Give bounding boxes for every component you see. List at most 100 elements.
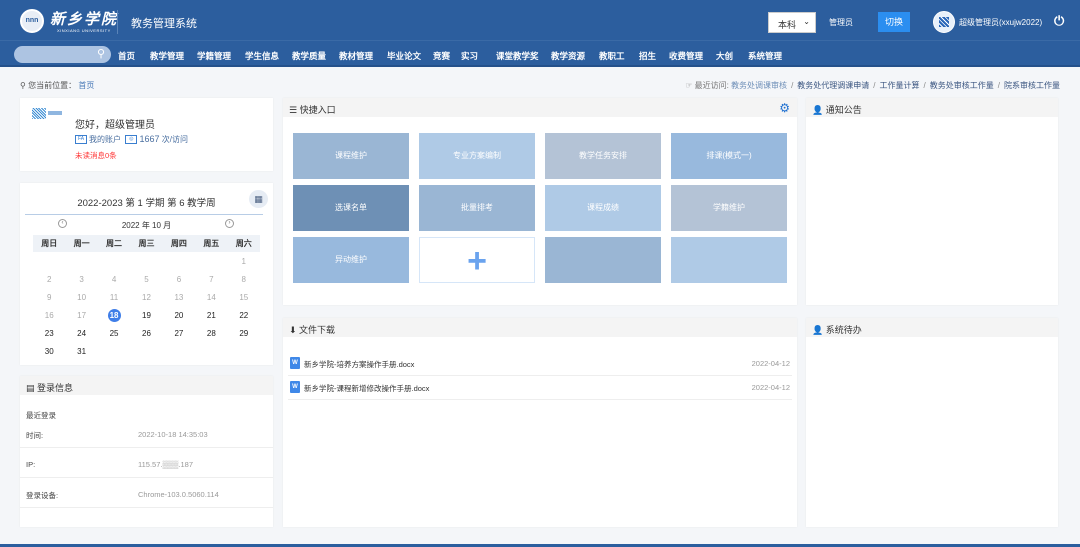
calendar-icon[interactable]: ▦ [249, 190, 268, 208]
separator: / [923, 81, 926, 90]
nav-item[interactable]: 教学质量 [292, 50, 326, 62]
nav-item[interactable]: 课堂教学奖 [496, 50, 539, 62]
shortcut-tile[interactable]: 选课名单 [293, 185, 409, 231]
search-icon[interactable]: ⚲ [97, 47, 105, 60]
shortcut-tile[interactable]: 学籍维护 [671, 185, 787, 231]
nav-item[interactable]: 招生 [639, 50, 656, 62]
recent-login-label: 最近登录 [26, 411, 56, 420]
calendar-day[interactable]: 29 [228, 327, 260, 345]
calendar-day[interactable]: 22 [228, 309, 260, 327]
nav-item[interactable]: 教材管理 [339, 50, 373, 62]
shortcut-tile[interactable]: 异动维护 [293, 237, 409, 283]
calendar-day[interactable]: 10 [65, 291, 97, 309]
calendar-day[interactable]: 18 [98, 309, 130, 327]
calendar-day[interactable]: 5 [130, 273, 162, 291]
switch-button[interactable]: 切换 [878, 12, 910, 32]
calendar-day[interactable]: 19 [130, 309, 162, 327]
shortcut-tile[interactable]: 课程维护 [293, 133, 409, 179]
file-download-title: 文件下载 [299, 325, 336, 335]
calendar-day[interactable]: 4 [98, 273, 130, 291]
quick-entry-card: ☰ 快捷入口 ⚙ 课程维护 专业方案编制 教学任务安排 排课(模式一) 选课名单 批量排考课… [283, 98, 797, 305]
calendar-day[interactable]: 12 [130, 291, 162, 309]
nav-item[interactable]: 实习 [461, 50, 478, 62]
nav-item[interactable]: 大创 [716, 50, 733, 62]
nav-item[interactable]: 教职工 [599, 50, 625, 62]
search-input[interactable]: ⚲ [14, 46, 111, 63]
shortcut-tile[interactable]: 专业方案编制 [419, 133, 535, 179]
download-icon: ⬇ [289, 325, 300, 335]
recent-link[interactable]: 教务处审核工作量 [930, 81, 994, 90]
avatar[interactable] [933, 11, 955, 33]
calendar-day[interactable]: 16 [33, 309, 65, 327]
calendar-day[interactable]: 6 [163, 273, 195, 291]
power-icon[interactable]: ⏻ [1054, 13, 1064, 29]
recent-link[interactable]: 工作量计算 [880, 81, 920, 90]
calendar-day[interactable]: 2 [33, 273, 65, 291]
user-icon: 👤 [812, 105, 826, 115]
breadcrumb-home[interactable]: 首页 [78, 81, 94, 90]
file-name[interactable]: 新乡学院-课程新增修改操作手册.docx [304, 383, 429, 394]
logo-subtext: XINXIANG UNIVERSITY [57, 28, 111, 33]
recent-link[interactable]: 院系审核工作量 [1004, 81, 1060, 90]
file-name[interactable]: 新乡学院-培养方案操作手册.docx [304, 359, 414, 370]
nav-item[interactable]: 系统管理 [748, 50, 782, 62]
calendar-day[interactable]: 7 [195, 273, 227, 291]
calendar-day[interactable]: 27 [163, 327, 195, 345]
nav-item[interactable]: 竞赛 [433, 50, 450, 62]
user-icon: 👤 [812, 325, 826, 335]
calendar-day[interactable]: 20 [163, 309, 195, 327]
account-icon: FA [75, 135, 87, 145]
calendar-day[interactable]: 24 [65, 327, 97, 345]
calendar-day[interactable]: 31 [65, 345, 97, 363]
location-icon: ⚲ [20, 81, 29, 90]
calendar-day[interactable]: 25 [98, 327, 130, 345]
file-item[interactable]: W 新乡学院-培养方案操作手册.docx 2022-04-12 [288, 352, 792, 376]
shortcut-tile[interactable] [671, 237, 787, 283]
calendar-day[interactable]: 13 [163, 291, 195, 309]
shortcut-tile[interactable]: 课程成绩 [545, 185, 661, 231]
quick-entry-title: 快捷入口 [299, 105, 336, 115]
nav-item[interactable]: 教学资源 [551, 50, 585, 62]
divider [25, 214, 263, 215]
separator: / [873, 81, 876, 90]
calendar-day[interactable]: 26 [130, 327, 162, 345]
shortcut-tile[interactable] [545, 237, 661, 283]
my-account-link[interactable]: 我的账户 [89, 135, 121, 144]
unread-messages[interactable]: 未读消息0条 [75, 150, 117, 161]
shortcut-tile[interactable]: 批量排考 [419, 185, 535, 231]
shortcut-tile[interactable]: 排课(模式一) [671, 133, 787, 179]
level-select[interactable]: 本科 ⌄ [768, 12, 816, 33]
calendar-day[interactable]: 15 [228, 291, 260, 309]
calendar-day[interactable]: 28 [195, 327, 227, 345]
shortcut-tile[interactable]: 教学任务安排 [545, 133, 661, 179]
nav-item[interactable]: 首页 [118, 50, 135, 62]
nav-item[interactable]: 学生信息 [245, 50, 279, 62]
divider [20, 507, 273, 508]
nav-item[interactable]: 毕业论文 [387, 50, 421, 62]
add-shortcut-button[interactable]: + [419, 237, 535, 283]
calendar-day[interactable]: 1 [228, 255, 260, 273]
user-name[interactable]: 超级管理员(xxujw2022) [959, 17, 1042, 28]
file-item[interactable]: W 新乡学院-课程新增修改操作手册.docx 2022-04-12 [288, 376, 792, 400]
calendar-day[interactable]: 30 [33, 345, 65, 363]
calendar-day[interactable]: 23 [33, 327, 65, 345]
calendar-day[interactable]: 8 [228, 273, 260, 291]
calendar-day[interactable]: 17 [65, 309, 97, 327]
login-label: 时间: [26, 431, 44, 440]
weekday-label: 周五 [203, 239, 220, 248]
nav-item[interactable]: 学籍管理 [197, 50, 231, 62]
calendar-day[interactable]: 11 [98, 291, 130, 309]
calendar-day[interactable]: 3 [65, 273, 97, 291]
divider [20, 477, 273, 478]
gear-icon[interactable]: ⚙ [779, 101, 790, 115]
nav-item[interactable]: 收费管理 [669, 50, 703, 62]
next-month-icon[interactable]: › [225, 219, 234, 228]
user-logo-text [48, 111, 62, 115]
file-date: 2022-04-12 [751, 383, 790, 392]
recent-link[interactable]: 教务处代理调课申请 [797, 81, 869, 90]
nav-item[interactable]: 教学管理 [150, 50, 184, 62]
recent-link[interactable]: 教务处调课审核 [731, 81, 787, 90]
calendar-day[interactable]: 21 [195, 309, 227, 327]
calendar-day[interactable]: 14 [195, 291, 227, 309]
calendar-day[interactable]: 9 [33, 291, 65, 309]
